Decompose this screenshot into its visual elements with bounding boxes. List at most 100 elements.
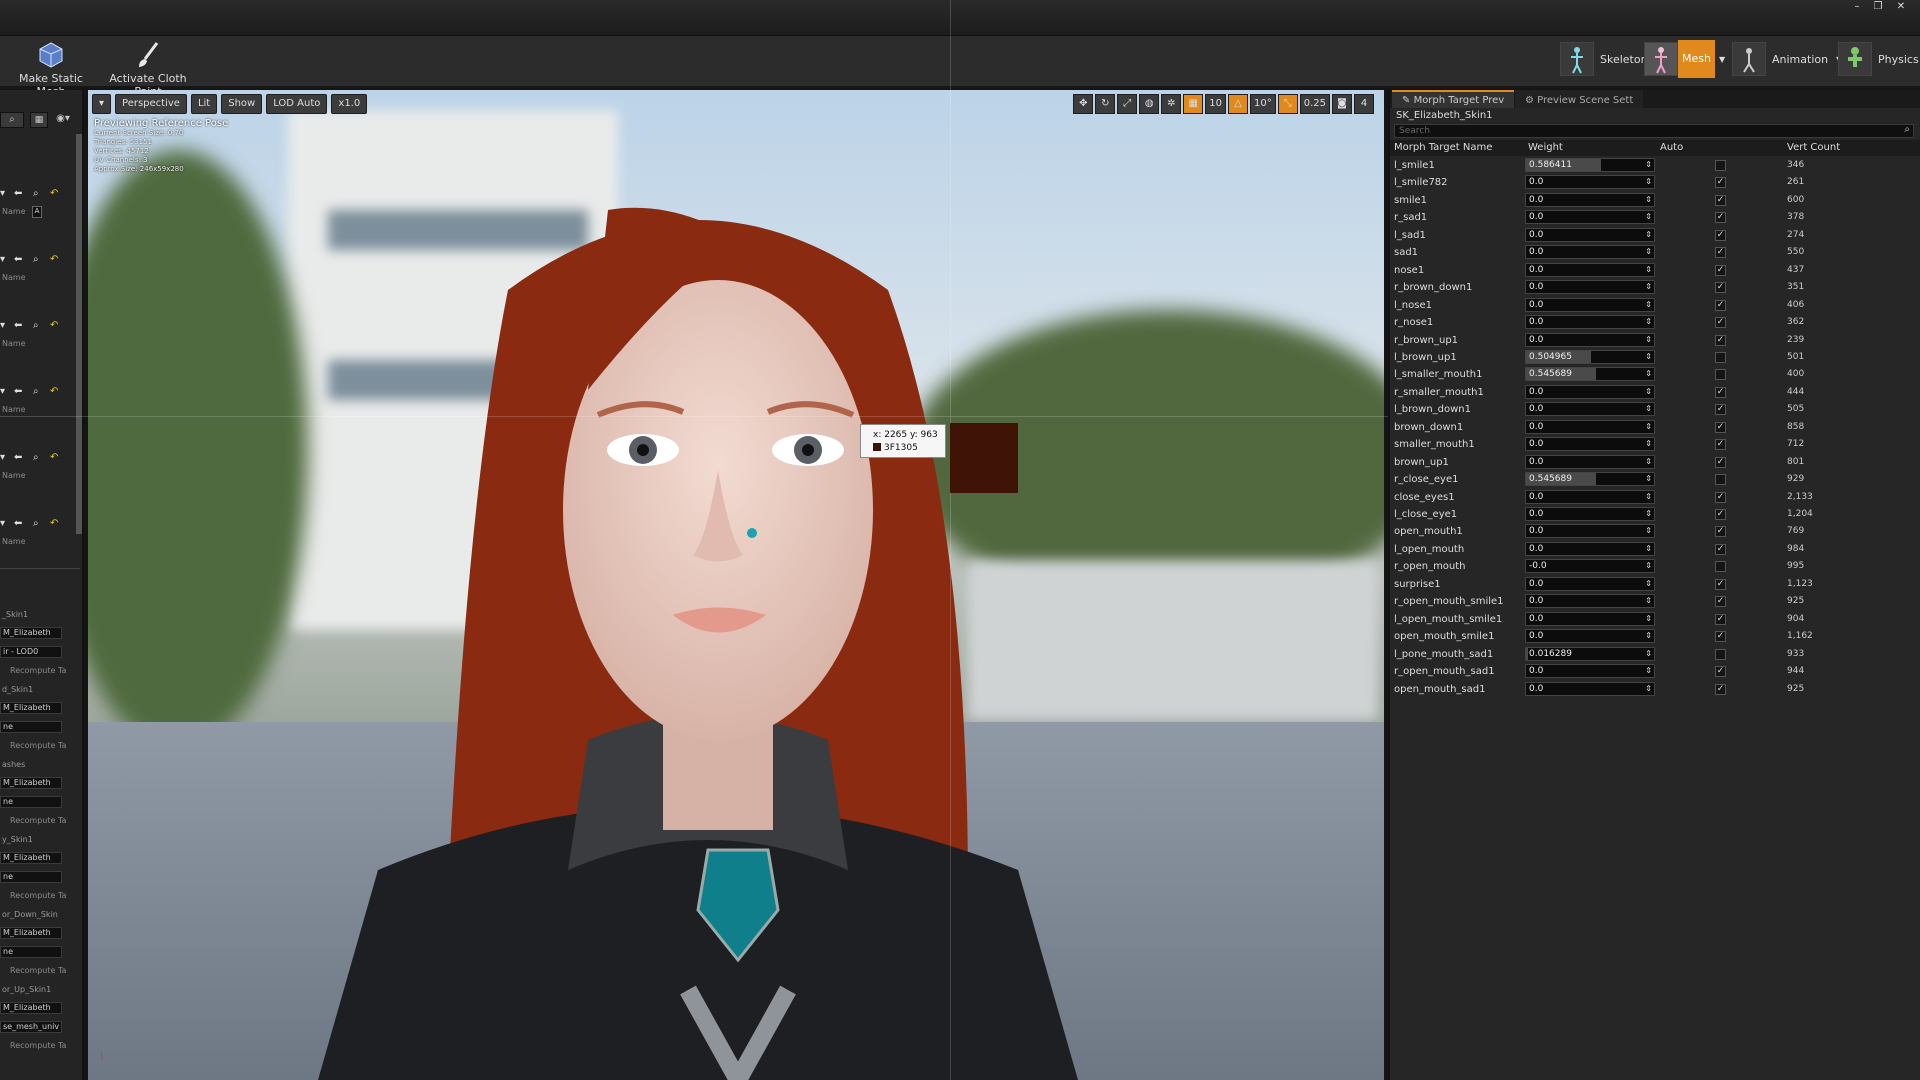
spin-arrows-icon[interactable]: ⇕ (1645, 351, 1652, 363)
auto-checkbox[interactable]: ✓ (1715, 578, 1726, 590)
mode-mesh-button[interactable]: Mesh ▼ (1644, 40, 1725, 78)
dropdown-icon[interactable]: ▾ (0, 386, 5, 397)
reset-icon[interactable]: ↶ (50, 386, 58, 397)
auto-checkbox[interactable]: ✓ (1715, 543, 1726, 555)
spin-arrows-icon[interactable]: ⇕ (1645, 525, 1652, 537)
spin-arrows-icon[interactable]: ⇕ (1645, 438, 1652, 450)
weight-spinbox[interactable]: 0.0 ⇕ (1525, 664, 1655, 679)
material-dropdown[interactable]: M_Elizabeth (0, 777, 62, 789)
weight-spinbox[interactable]: 0.586411 ⇕ (1525, 158, 1655, 172)
search-icon[interactable]: ⌕ (33, 386, 39, 397)
mode-animation-button[interactable]: Animation ▼ (1732, 40, 1842, 78)
make-static-mesh-button[interactable]: Make Static Mesh (8, 38, 94, 98)
auto-checkbox[interactable]: ✓ (1715, 386, 1726, 398)
search-icon[interactable]: ⌕ (33, 452, 39, 463)
spin-arrows-icon[interactable]: ⇕ (1645, 159, 1652, 171)
auto-checkbox[interactable] (1715, 648, 1726, 660)
perspective-button[interactable]: Perspective (115, 94, 187, 114)
spin-arrows-icon[interactable]: ⇕ (1645, 491, 1652, 503)
dropdown-icon[interactable]: ▾ (0, 452, 5, 463)
spin-arrows-icon[interactable]: ⇕ (1645, 473, 1652, 485)
recompute-checkbox[interactable]: Recompute Ta (10, 891, 66, 900)
tab-preview-scene-settings[interactable]: ⚙ Preview Scene Sett (1515, 90, 1644, 108)
close-icon[interactable]: ✕ (1894, 2, 1908, 12)
auto-checkbox[interactable]: ✓ (1715, 421, 1726, 433)
material-dropdown[interactable]: M_Elizabeth (0, 1002, 62, 1014)
recompute-checkbox[interactable]: Recompute Ta (10, 816, 66, 825)
recompute-checkbox[interactable]: Recompute Ta (10, 666, 66, 675)
auto-checkbox[interactable]: ✓ (1715, 404, 1726, 416)
search-icon[interactable]: ⌕ (33, 518, 39, 529)
auto-checkbox[interactable]: ✓ (1715, 683, 1726, 695)
arrow-left-icon[interactable]: ⬅ (14, 452, 22, 463)
weight-spinbox[interactable]: 0.0 ⇕ (1525, 175, 1655, 190)
weight-spinbox[interactable]: 0.0 ⇕ (1525, 384, 1655, 399)
panel-scrollbar[interactable] (76, 134, 82, 534)
auto-checkbox[interactable] (1715, 561, 1726, 573)
scale-snap-value[interactable]: 0.25 (1299, 94, 1330, 114)
lod-dropdown[interactable]: ne (0, 796, 62, 808)
lit-button[interactable]: Lit (190, 94, 218, 114)
weight-spinbox[interactable]: 0.016289 ⇕ (1525, 646, 1655, 661)
viewport-options-button[interactable]: ▾ (92, 94, 112, 114)
weight-spinbox[interactable]: 0.0 ⇕ (1525, 681, 1655, 696)
dropdown-icon[interactable]: ▾ (0, 254, 5, 265)
tab-morph-target-preview[interactable]: ✎ Morph Target Prev (1392, 90, 1515, 108)
material-dropdown[interactable]: M_Elizabeth (0, 627, 62, 639)
search-icon[interactable]: ⌕ (33, 188, 39, 199)
speed-button[interactable]: x1.0 (331, 94, 368, 114)
column-vert-count[interactable]: Vert Count (1787, 140, 1840, 156)
camera-speed-value[interactable]: 4 (1354, 94, 1374, 114)
arrow-left-icon[interactable]: ⬅ (14, 188, 22, 199)
material-dropdown[interactable]: M_Elizabeth (0, 852, 62, 864)
grid-snap-value[interactable]: 10 (1205, 94, 1226, 114)
weight-spinbox[interactable]: 0.0 ⇕ (1525, 227, 1655, 242)
lod-dropdown[interactable]: ne (0, 946, 62, 958)
weight-spinbox[interactable]: 0.0 ⇕ (1525, 541, 1655, 556)
spin-arrows-icon[interactable]: ⇕ (1645, 316, 1652, 328)
morph-search-input[interactable]: Search (1394, 124, 1914, 138)
activate-cloth-paint-button[interactable]: Activate Cloth Paint (100, 38, 196, 98)
surface-snap-icon[interactable]: ✲ (1161, 94, 1182, 114)
weight-spinbox[interactable]: 0.0 ⇕ (1525, 611, 1655, 626)
spin-arrows-icon[interactable]: ⇕ (1645, 194, 1652, 206)
weight-spinbox[interactable]: 0.0 ⇕ (1525, 332, 1655, 347)
show-button[interactable]: Show (221, 94, 263, 114)
reset-icon[interactable]: ↶ (50, 452, 58, 463)
auto-checkbox[interactable]: ✓ (1715, 177, 1726, 189)
grid-snap-icon[interactable]: ▦ (1183, 94, 1204, 114)
minimize-icon[interactable]: – (1850, 2, 1864, 12)
auto-checkbox[interactable]: ✓ (1715, 212, 1726, 224)
auto-checkbox[interactable] (1715, 160, 1726, 171)
spin-arrows-icon[interactable]: ⇕ (1645, 560, 1652, 572)
material-dropdown[interactable]: M_Elizabeth (0, 927, 62, 939)
material-dropdown[interactable]: M_Elizabeth (0, 702, 62, 714)
weight-spinbox[interactable]: 0.0 ⇕ (1525, 262, 1655, 277)
weight-spinbox[interactable]: 0.0 ⇕ (1525, 297, 1655, 312)
search-icon[interactable]: ⌕ (33, 254, 39, 265)
weight-spinbox[interactable]: 0.0 ⇕ (1525, 402, 1655, 417)
spin-arrows-icon[interactable]: ⇕ (1645, 264, 1652, 276)
spin-arrows-icon[interactable]: ⇕ (1645, 386, 1652, 398)
weight-spinbox[interactable]: 0.0 ⇕ (1525, 419, 1655, 434)
spin-arrows-icon[interactable]: ⇕ (1645, 403, 1652, 415)
grid-view-icon[interactable]: ▦ (30, 112, 48, 128)
dropdown-icon[interactable]: ▾ (0, 320, 5, 331)
camera-speed-icon[interactable]: ◙ (1332, 94, 1352, 114)
auto-checkbox[interactable]: ✓ (1715, 334, 1726, 346)
weight-spinbox[interactable]: 0.0 ⇕ (1525, 507, 1655, 521)
mode-skeleton-button[interactable]: Skeleton (1560, 40, 1648, 78)
spin-arrows-icon[interactable]: ⇕ (1645, 281, 1652, 293)
search-icon[interactable]: ⌕ (33, 320, 39, 331)
auto-checkbox[interactable]: ✓ (1715, 194, 1726, 206)
spin-arrows-icon[interactable]: ⇕ (1645, 630, 1652, 642)
weight-spinbox[interactable]: 0.0 ⇕ (1525, 192, 1655, 207)
spin-arrows-icon[interactable]: ⇕ (1645, 229, 1652, 241)
arrow-left-icon[interactable]: ⬅ (14, 386, 22, 397)
spin-arrows-icon[interactable]: ⇕ (1645, 456, 1652, 468)
auto-checkbox[interactable]: ✓ (1715, 613, 1726, 625)
lod-dropdown[interactable]: ne (0, 871, 62, 883)
eye-visibility-icon[interactable]: ◉▾ (52, 112, 74, 128)
spin-arrows-icon[interactable]: ⇕ (1645, 211, 1652, 223)
preview-viewport[interactable]: ▾ Perspective Lit Show LOD Auto x1.0 ✥ ↻… (88, 90, 1384, 1080)
